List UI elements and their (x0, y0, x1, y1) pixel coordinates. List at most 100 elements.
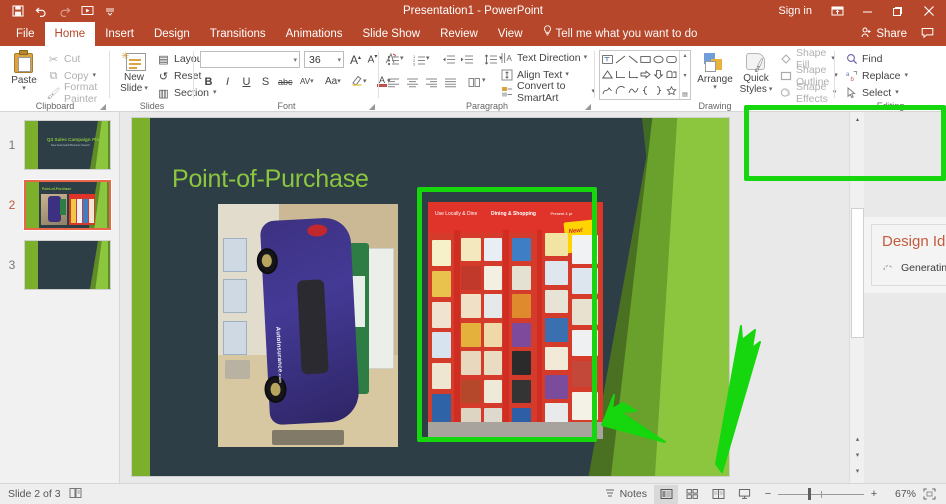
shapes-scroll-up-icon[interactable]: ▴ (683, 52, 686, 59)
paste-button[interactable]: Paste ▾ (6, 49, 42, 99)
picture-auto-insurance-kiosk[interactable]: AutoInsurance.com (218, 204, 398, 447)
strikethrough-button[interactable]: abc (276, 73, 295, 90)
shape-effects-button[interactable]: Shape Effects ▾ (777, 81, 839, 105)
align-left-button[interactable] (385, 74, 401, 90)
restore-button[interactable] (882, 0, 912, 22)
zoom-slider[interactable] (778, 488, 864, 500)
font-dialog-launcher[interactable]: ◢ (369, 102, 375, 111)
text-shadow-button[interactable]: S (257, 73, 274, 90)
shapes-gallery-scrollbar[interactable]: ▴ ▾ ▤ (679, 51, 690, 99)
comments-icon[interactable] (915, 27, 940, 42)
shape-line-icon[interactable] (614, 52, 627, 67)
close-button[interactable] (912, 0, 946, 22)
justify-button[interactable] (442, 74, 458, 90)
clipboard-dialog-launcher[interactable]: ◢ (100, 102, 106, 111)
sign-in-button[interactable]: Sign in (768, 0, 822, 22)
scrollbar-thumb[interactable] (851, 208, 864, 338)
next-slide-icon[interactable]: ▾ (851, 448, 864, 461)
share-button[interactable]: Share (855, 27, 913, 41)
copy-dropdown-caret-icon[interactable]: ▾ (93, 72, 97, 79)
shape-right-brace-icon[interactable] (652, 83, 665, 98)
quick-styles-caret-icon[interactable]: ▾ (769, 86, 773, 93)
shape-rectangle-icon[interactable] (639, 52, 652, 67)
arrange-caret-icon[interactable]: ▾ (713, 84, 717, 91)
line-spacing-button[interactable] (483, 52, 499, 68)
scroll-down-icon[interactable]: ▾ (851, 464, 864, 477)
decrease-indent-button[interactable] (441, 52, 457, 68)
notes-button[interactable]: Notes (599, 485, 652, 504)
tell-me-search[interactable]: Tell me what you want to do (533, 22, 708, 46)
new-slide-dropdown-caret-icon[interactable]: ▾ (144, 85, 148, 92)
fit-slide-to-window-button[interactable] (918, 485, 940, 504)
design-ideas-pane[interactable]: Design Ideas ▾ ✕ Generating Design Ideas… (871, 224, 946, 286)
slide-thumbnail-pane[interactable]: 1 Q3 Sales Campaign Plan New Automated B… (0, 112, 120, 483)
zoom-level-label[interactable]: 67% (886, 488, 916, 500)
minimize-button[interactable] (852, 0, 882, 22)
slide-title[interactable]: Point-of-Purchase (172, 165, 369, 194)
shape-curve-icon[interactable] (627, 83, 640, 98)
slide-show-view-button[interactable] (732, 485, 756, 504)
shape-star-icon[interactable] (665, 83, 678, 98)
numbering-caret-icon[interactable]: ▾ (426, 55, 430, 62)
shape-elbow-connector-icon[interactable] (614, 67, 627, 82)
shape-triangle-icon[interactable] (601, 67, 614, 82)
increase-indent-button[interactable] (459, 52, 475, 68)
text-direction-button[interactable]: A Text Direction ▾ (501, 50, 587, 66)
shape-textbox-icon[interactable] (601, 52, 614, 67)
normal-view-button[interactable] (654, 484, 678, 504)
reading-view-button[interactable] (706, 485, 730, 504)
bold-button[interactable]: B (200, 73, 217, 90)
tab-review[interactable]: Review (430, 22, 488, 46)
tab-slide-show[interactable]: Slide Show (353, 22, 431, 46)
zoom-in-button[interactable]: + (869, 488, 879, 500)
cut-button[interactable]: ✂ Cut (44, 51, 83, 67)
zoom-slider-handle[interactable] (808, 488, 811, 500)
tab-insert[interactable]: Insert (95, 22, 144, 46)
columns-button[interactable] (466, 74, 482, 90)
bullets-caret-icon[interactable]: ▾ (400, 55, 404, 62)
shapes-scroll-down-icon[interactable]: ▾ (683, 72, 686, 79)
accessibility-icon[interactable] (69, 487, 82, 502)
ribbon-display-options-icon[interactable] (822, 0, 852, 22)
italic-button[interactable]: I (219, 73, 236, 90)
text-highlight-caret-icon[interactable]: ▾ (363, 78, 367, 85)
thumbnail-item-1[interactable]: 1 Q3 Sales Campaign Plan New Automated B… (0, 120, 119, 178)
change-case-caret-icon[interactable]: ▾ (337, 78, 341, 85)
replace-caret-icon[interactable]: ▾ (905, 72, 909, 79)
slide-sorter-view-button[interactable] (680, 485, 704, 504)
new-slide-button[interactable]: ✳ New Slide ▾ (114, 49, 154, 101)
tab-view[interactable]: View (488, 22, 533, 46)
find-button[interactable]: Find (845, 51, 882, 67)
thumbnail-item-2[interactable]: 2 Point-of-Purchase (0, 179, 119, 238)
thumbnail-preview-1[interactable]: Q3 Sales Campaign Plan New Automated Bus… (24, 120, 111, 170)
align-center-button[interactable] (404, 74, 420, 90)
tab-file[interactable]: File (6, 22, 45, 46)
tab-transitions[interactable]: Transitions (200, 22, 276, 46)
align-right-button[interactable] (423, 74, 439, 90)
thumbnail-item-3[interactable]: 3 (0, 240, 119, 298)
font-name-caret-icon[interactable]: ▾ (293, 56, 297, 64)
text-highlight-button[interactable]: ▾ (349, 73, 369, 90)
character-spacing-caret-icon[interactable]: ▾ (310, 78, 314, 85)
shape-flowchart-icon[interactable] (665, 67, 678, 82)
shapes-more-icon[interactable]: ▤ (682, 91, 688, 98)
thumbnail-preview-3[interactable] (24, 240, 111, 290)
shape-left-brace-icon[interactable] (639, 83, 652, 98)
arrange-button[interactable]: Arrange ▾ (695, 50, 735, 100)
bullets-button[interactable] (385, 52, 401, 68)
tab-animations[interactable]: Animations (276, 22, 353, 46)
slide-indicator[interactable]: Slide 2 of 3 (8, 488, 61, 500)
columns-caret-icon[interactable]: ▾ (482, 77, 486, 84)
select-caret-icon[interactable]: ▾ (895, 89, 899, 96)
zoom-out-button[interactable]: − (763, 488, 773, 500)
tab-home[interactable]: Home (44, 22, 96, 46)
convert-to-smartart-button[interactable]: Convert to SmartArt ▾ (501, 80, 595, 104)
shape-rounded-rect-icon[interactable] (665, 52, 678, 67)
previous-slide-icon[interactable]: ▴ (851, 432, 864, 445)
align-text-caret-icon[interactable]: ▾ (565, 71, 569, 78)
tab-design[interactable]: Design (144, 22, 200, 46)
numbering-button[interactable]: 123 (411, 52, 427, 68)
shape-elbow-arrow-icon[interactable] (627, 67, 640, 82)
change-case-button[interactable]: Aa ▾ (323, 73, 343, 90)
paste-dropdown-caret-icon[interactable]: ▾ (22, 85, 26, 92)
